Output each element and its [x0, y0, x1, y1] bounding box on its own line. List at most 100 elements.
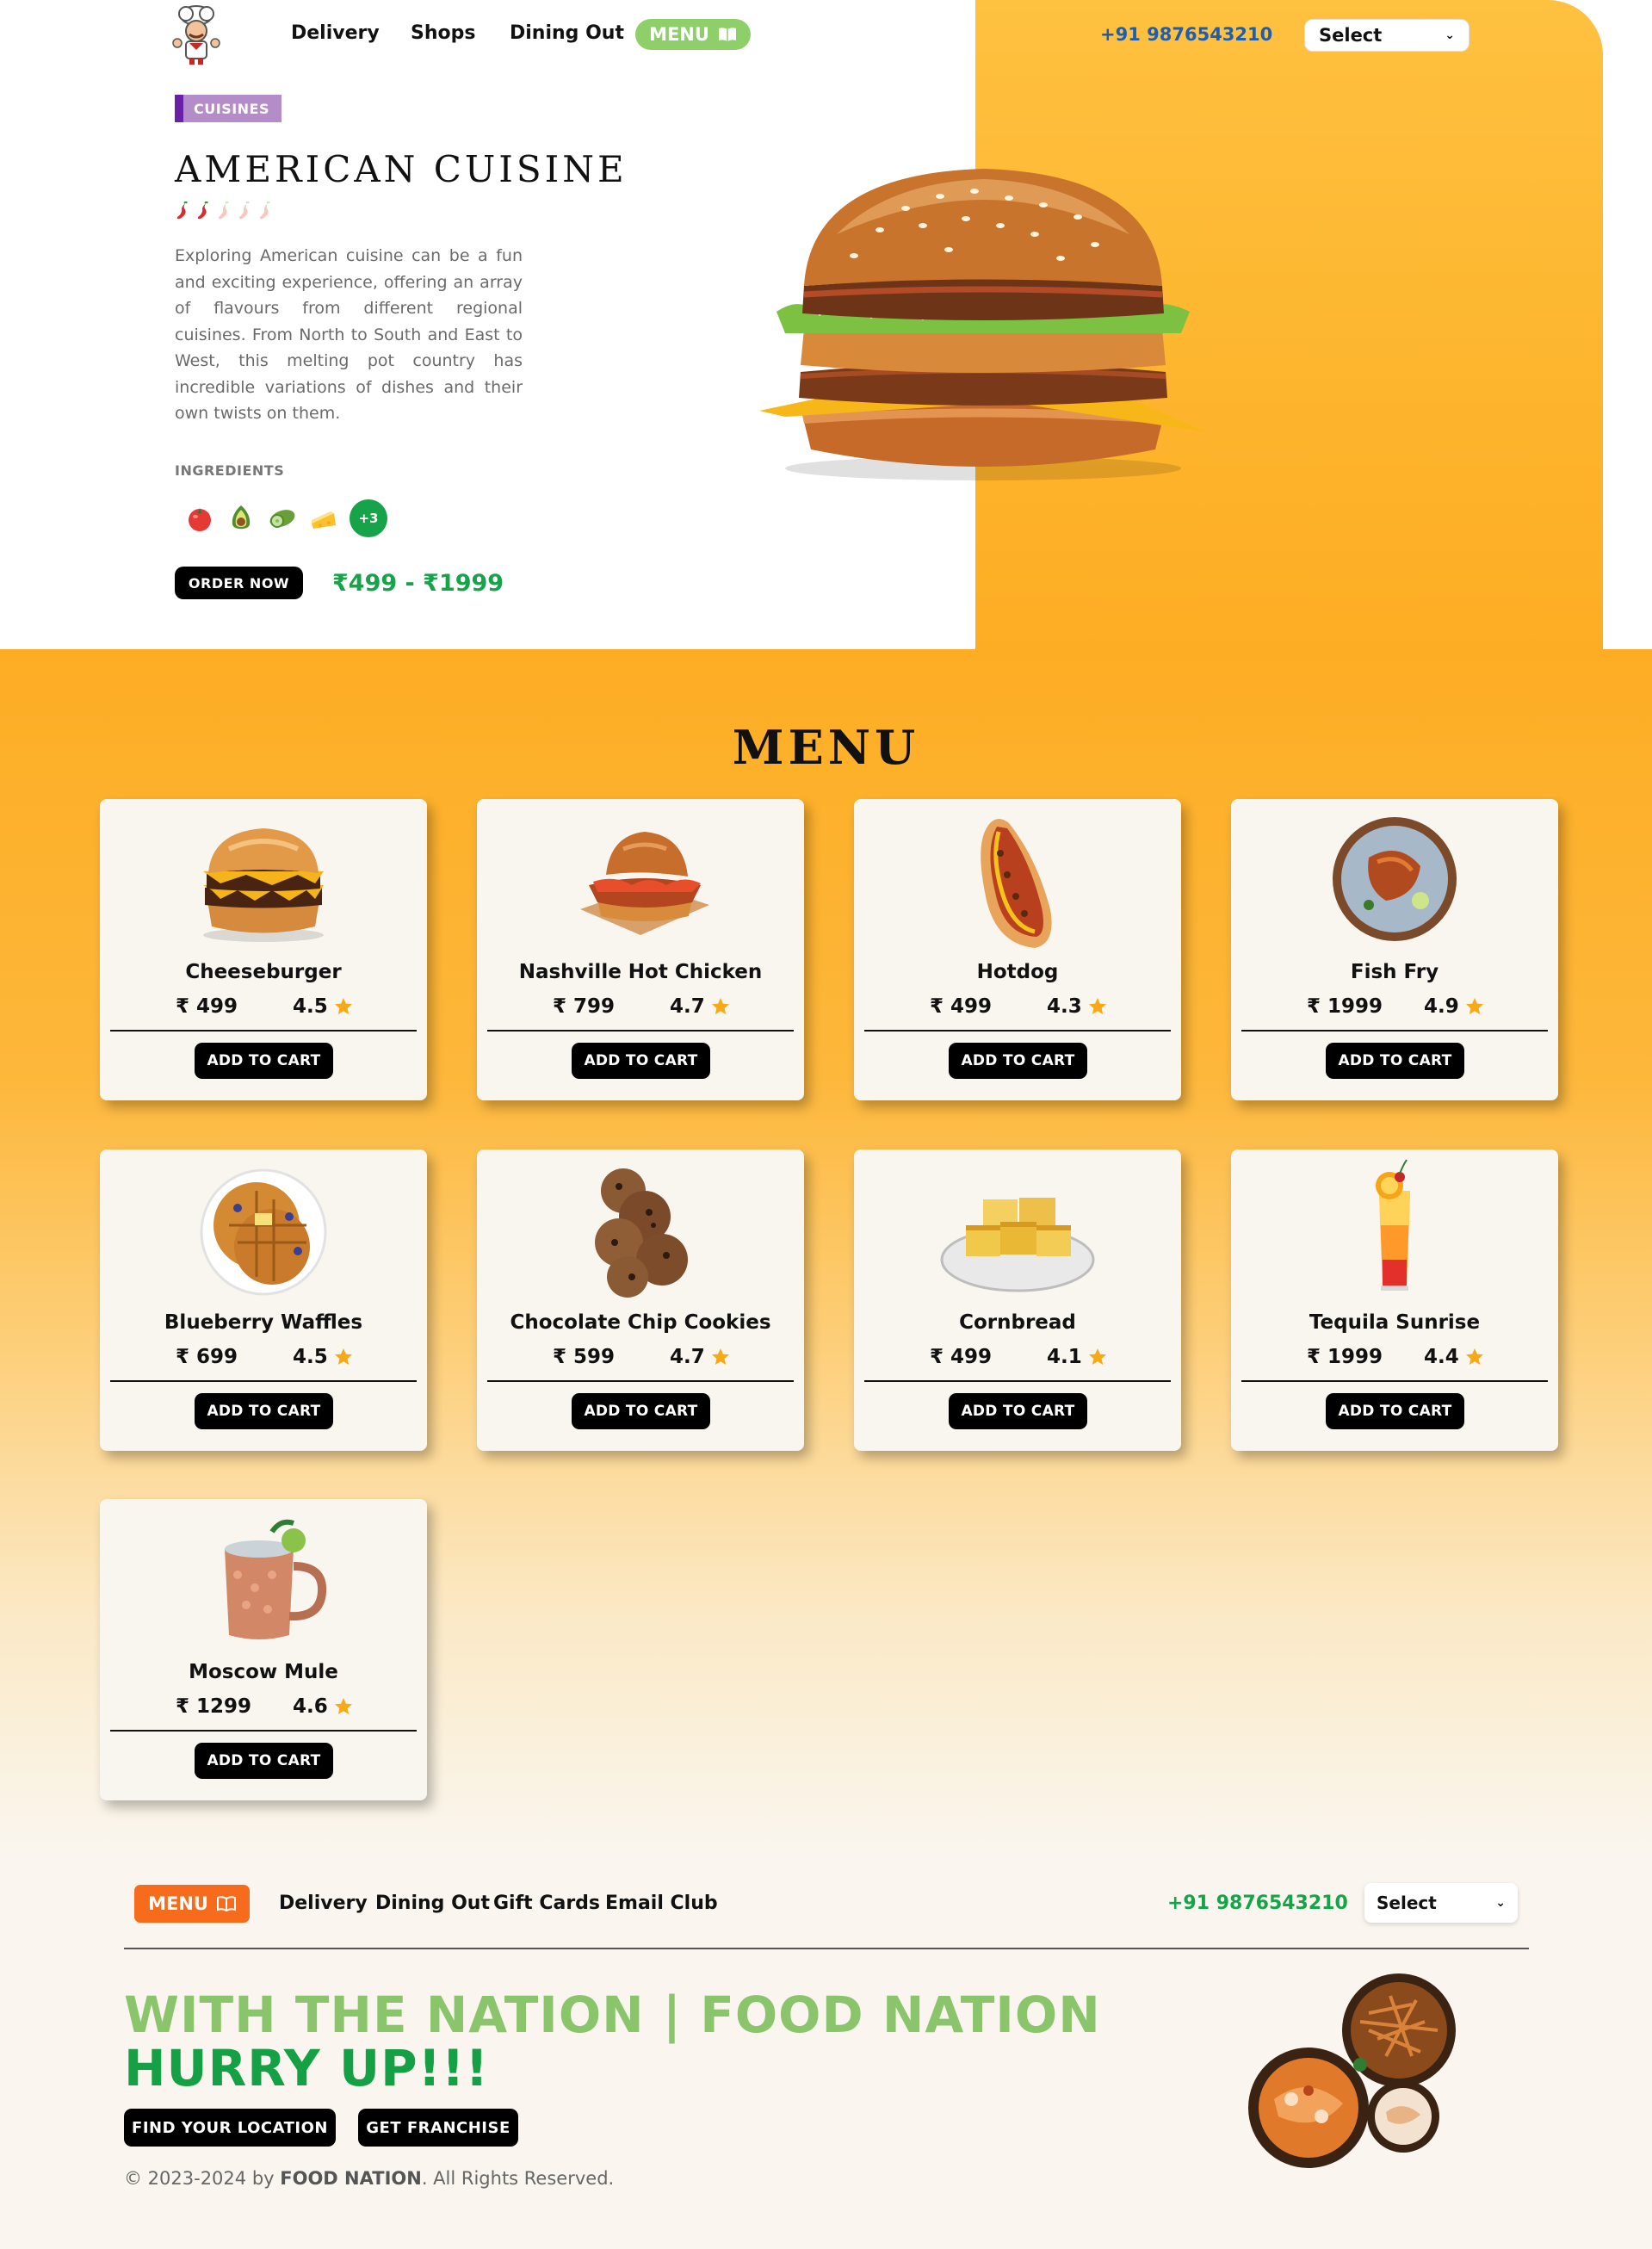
- footer-select-value: Select: [1377, 1893, 1437, 1913]
- book-open-icon: [216, 1896, 236, 1911]
- copyright-suffix: . All Rights Reserved.: [421, 2168, 615, 2189]
- menu-card[interactable]: Blueberry Waffles ₹ 699 4.5 ADD TO CART: [100, 1149, 427, 1451]
- menu-item-rating: 4.7: [670, 1346, 731, 1368]
- add-to-cart-button[interactable]: ADD TO CART: [949, 1043, 1087, 1079]
- food-bowls-image: [1248, 1973, 1456, 2168]
- price-value: 499: [950, 1346, 993, 1368]
- card-divider: [487, 1030, 794, 1032]
- footer-menu-label: MENU: [148, 1893, 208, 1914]
- menu-card[interactable]: Cornbread ₹ 499 4.1 ADD TO CART: [854, 1149, 1181, 1451]
- cheeseburger-image: [203, 828, 324, 942]
- location-select[interactable]: Select ⌄: [1304, 19, 1469, 52]
- rating-value: 4.1: [1047, 1346, 1082, 1368]
- menu-item-rating: 4.9: [1424, 995, 1485, 1018]
- footer-link-email-club[interactable]: Email Club: [605, 1893, 718, 1914]
- card-divider: [110, 1380, 417, 1382]
- footer-divider: [124, 1948, 1529, 1949]
- rupee-sign: ₹: [553, 995, 567, 1018]
- hero-description: Exploring American cuisine can be a fun …: [175, 246, 523, 423]
- price-value: 799: [573, 995, 616, 1018]
- order-now-button[interactable]: ORDER NOW: [175, 567, 303, 599]
- footer-location-select[interactable]: Select ⌄: [1364, 1883, 1518, 1923]
- card-divider: [864, 1030, 1171, 1032]
- menu-item-rating: 4.7: [670, 995, 731, 1018]
- add-to-cart-button[interactable]: ADD TO CART: [572, 1043, 710, 1079]
- top-navbar: Delivery Shops Dining Out MENU +91 98765…: [0, 0, 1652, 69]
- chili-icon: [218, 201, 229, 220]
- chef-logo-icon[interactable]: [164, 3, 229, 65]
- menu-item-price: ₹ 499: [176, 995, 238, 1018]
- rating-value: 4.3: [1047, 995, 1082, 1018]
- menu-item-name: Hotdog: [976, 961, 1059, 983]
- phone-number[interactable]: +91 9876543210: [1100, 24, 1272, 45]
- star-icon: [1465, 1348, 1483, 1365]
- nav-shops[interactable]: Shops: [411, 22, 475, 44]
- get-franchise-button[interactable]: GET FRANCHISE: [358, 2109, 518, 2147]
- hotdog-image: [981, 819, 1052, 948]
- menu-card[interactable]: Moscow Mule ₹ 1299 4.6 ADD TO CART: [100, 1499, 427, 1800]
- menu-item-rating: 4.6: [293, 1695, 354, 1718]
- rupee-sign: ₹: [176, 1695, 190, 1718]
- menu-item-rating: 4.4: [1424, 1346, 1485, 1368]
- card-divider: [1241, 1030, 1548, 1032]
- chevron-down-icon: ⌄: [1495, 1896, 1506, 1910]
- rupee-sign: ₹: [176, 995, 190, 1018]
- rupee-sign: ₹: [1307, 995, 1321, 1018]
- add-to-cart-button[interactable]: ADD TO CART: [1326, 1393, 1464, 1429]
- brand-name: FOOD NATION: [280, 2168, 422, 2189]
- spice-level: [175, 201, 273, 220]
- menu-button[interactable]: MENU: [635, 19, 751, 50]
- chili-icon: [238, 201, 250, 220]
- card-divider: [864, 1380, 1171, 1382]
- price-value: 699: [196, 1346, 238, 1368]
- star-icon: [334, 1348, 352, 1365]
- footer-menu-button[interactable]: MENU: [134, 1885, 250, 1923]
- nav-dining-out[interactable]: Dining Out: [510, 22, 624, 44]
- menu-card[interactable]: Chocolate Chip Cookies ₹ 599 4.7 ADD TO CAR…: [477, 1149, 804, 1451]
- menu-card[interactable]: Fish Fry ₹ 1999 4.9 ADD TO CART: [1231, 799, 1558, 1100]
- price-value: 499: [950, 995, 993, 1018]
- star-icon: [711, 998, 729, 1014]
- card-divider: [110, 1730, 417, 1732]
- menu-card[interactable]: Cheeseburger ₹ 499 4.5 ADD TO CART: [100, 799, 427, 1100]
- star-icon: [1088, 1348, 1106, 1365]
- cocktail-image: [1376, 1159, 1410, 1291]
- add-to-cart-button[interactable]: ADD TO CART: [195, 1043, 333, 1079]
- menu-item-rating: 4.1: [1047, 1346, 1108, 1368]
- menu-item-name: Blueberry Waffles: [164, 1311, 363, 1334]
- nav-delivery[interactable]: Delivery: [291, 22, 380, 44]
- find-location-button[interactable]: FIND YOUR LOCATION: [124, 2109, 336, 2147]
- hero-title: AMERICAN CUISINE: [175, 148, 628, 190]
- rating-value: 4.9: [1424, 995, 1459, 1018]
- menu-item-name: Moscow Mule: [189, 1661, 338, 1683]
- add-to-cart-button[interactable]: ADD TO CART: [195, 1743, 333, 1779]
- price-value: 499: [196, 995, 238, 1018]
- menu-item-name: Cornbread: [959, 1311, 1076, 1334]
- menu-item-price: ₹ 699: [176, 1346, 238, 1368]
- footer-link-dining-out[interactable]: Dining Out: [375, 1893, 490, 1914]
- rating-value: 4.7: [670, 1346, 705, 1368]
- fish-plate-image: [1333, 817, 1457, 941]
- footer-link-delivery[interactable]: Delivery: [279, 1893, 368, 1914]
- add-to-cart-button[interactable]: ADD TO CART: [1326, 1043, 1464, 1079]
- rating-value: 4.4: [1424, 1346, 1459, 1368]
- rupee-sign: ₹: [930, 995, 944, 1018]
- menu-card[interactable]: Nashville Hot Chicken ₹ 799 4.7 ADD TO CART: [477, 799, 804, 1100]
- card-divider: [1241, 1380, 1548, 1382]
- more-ingredients-badge[interactable]: +3: [350, 499, 387, 537]
- add-to-cart-button[interactable]: ADD TO CART: [195, 1393, 333, 1429]
- menu-card[interactable]: Hotdog ₹ 499 4.3 ADD TO CART: [854, 799, 1181, 1100]
- footer-link-gift-cards[interactable]: Gift Cards: [493, 1893, 600, 1914]
- rupee-sign: ₹: [176, 1346, 190, 1368]
- star-icon: [1465, 998, 1483, 1014]
- menu-card[interactable]: Tequila Sunrise ₹ 1999 4.4 ADD TO CART: [1231, 1149, 1558, 1451]
- footer-phone[interactable]: +91 9876543210: [1167, 1893, 1348, 1914]
- menu-item-price: ₹ 499: [930, 995, 992, 1018]
- star-icon: [334, 998, 352, 1014]
- chicken-sandwich-image: [580, 832, 709, 935]
- menu-item-price: ₹ 1299: [176, 1695, 251, 1718]
- chili-icon: [197, 201, 208, 220]
- add-to-cart-button[interactable]: ADD TO CART: [949, 1393, 1087, 1429]
- star-icon: [711, 1348, 729, 1365]
- add-to-cart-button[interactable]: ADD TO CART: [572, 1393, 710, 1429]
